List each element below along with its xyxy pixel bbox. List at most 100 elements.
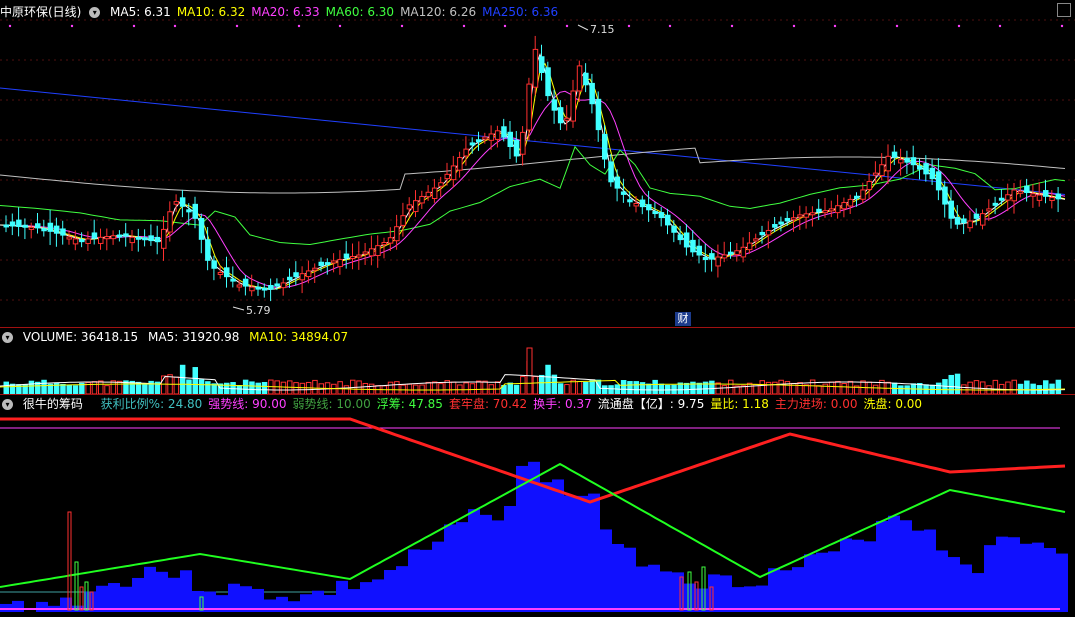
candle-body <box>728 251 734 255</box>
chip-bar <box>804 554 816 612</box>
candle-body <box>1049 197 1055 202</box>
candle-body <box>967 220 973 229</box>
finance-tag[interactable]: 财 <box>675 312 691 326</box>
candle-body <box>639 199 646 208</box>
candle-body <box>570 90 576 122</box>
candle-body <box>249 286 255 292</box>
candle-body <box>854 195 860 199</box>
signal-dot <box>998 24 1002 28</box>
chip-bar <box>408 549 420 612</box>
candle-body <box>469 142 476 146</box>
candle-body <box>784 217 791 222</box>
volume-bar <box>809 379 816 395</box>
candle-body <box>658 212 665 219</box>
chip-bar <box>588 493 600 612</box>
volume-bar <box>205 381 211 395</box>
candle-body <box>835 205 841 214</box>
chip-bar <box>648 564 660 612</box>
volume-bar <box>847 380 854 395</box>
candle-body <box>998 197 1005 201</box>
chip-bar <box>828 551 840 612</box>
candle-body <box>387 237 394 244</box>
candle-body <box>368 248 375 257</box>
candle-body <box>400 215 406 226</box>
volume-bar <box>652 379 658 395</box>
chip-bar <box>972 573 984 612</box>
volume-bar <box>463 382 469 395</box>
candle-body <box>564 117 570 121</box>
chip-bar <box>1044 548 1056 612</box>
chip-bar <box>156 571 168 612</box>
volume-bar <box>532 376 539 395</box>
candle-body <box>847 198 854 207</box>
chip-bar <box>264 599 276 612</box>
candle-body <box>602 133 608 160</box>
volume-bar <box>677 382 684 395</box>
candle-body <box>986 208 992 212</box>
volume-bar <box>557 383 564 395</box>
signal-dot <box>668 24 672 28</box>
candle-body <box>980 213 986 226</box>
candle-body <box>3 224 9 228</box>
chip-bar <box>912 530 924 612</box>
chip-bar <box>780 570 792 612</box>
volume-bar <box>828 381 835 395</box>
volume-bar <box>280 381 287 395</box>
chip-bar <box>636 566 648 612</box>
chip-bar <box>180 570 192 612</box>
candle-body <box>41 228 47 232</box>
volume-bar <box>299 382 306 395</box>
volume-bar <box>778 379 784 395</box>
candle-body <box>135 236 142 240</box>
signal-dot <box>730 24 734 28</box>
volume-bar <box>835 380 841 395</box>
candle-body <box>161 228 167 249</box>
volume-bar <box>261 381 268 395</box>
candle-body <box>236 284 243 288</box>
low-marker-line <box>232 306 245 311</box>
candlestick-chart[interactable] <box>0 0 1075 330</box>
candle-body <box>343 253 350 259</box>
candle-body <box>885 155 891 172</box>
candle-body <box>293 272 299 278</box>
volume-bar <box>935 382 942 395</box>
volume-bar <box>450 381 457 395</box>
volume-chart[interactable] <box>0 326 1075 396</box>
chip-indicator-chart[interactable] <box>0 397 1075 617</box>
candle-body <box>488 133 495 141</box>
volume-bar <box>255 382 261 395</box>
ma250-line <box>0 87 1066 195</box>
low-price-label: 5.79 <box>246 304 271 317</box>
candle-body <box>463 148 469 157</box>
high-price-label: 7.15 <box>590 23 615 36</box>
volume-bar <box>110 380 117 395</box>
candle-body <box>381 242 387 246</box>
candle-body <box>929 167 936 180</box>
volume-bar <box>721 385 728 395</box>
candle-body <box>1030 193 1036 197</box>
candle-body <box>192 203 198 219</box>
chip-bar <box>936 550 948 612</box>
candle-body <box>482 136 488 140</box>
chip-bar <box>396 566 408 612</box>
candle-body <box>337 258 343 268</box>
candle-body <box>186 209 192 213</box>
chip-bar <box>720 575 732 612</box>
candle-body <box>16 219 22 227</box>
candle-body <box>740 246 747 258</box>
volume-bar <box>476 380 482 395</box>
candle-body <box>1017 190 1024 194</box>
candle-body <box>879 164 885 177</box>
chip-bar <box>672 572 684 612</box>
volume-bar <box>973 380 980 395</box>
volume-bar <box>608 385 614 395</box>
chip-bar <box>432 541 444 612</box>
candle-body <box>450 165 457 181</box>
volume-bar <box>293 382 299 395</box>
candle-body <box>866 181 873 190</box>
volume-bar <box>142 383 148 395</box>
candle-body <box>255 286 261 290</box>
volume-bar <box>507 382 513 395</box>
candle-body <box>816 208 822 213</box>
candle-body <box>268 284 274 290</box>
